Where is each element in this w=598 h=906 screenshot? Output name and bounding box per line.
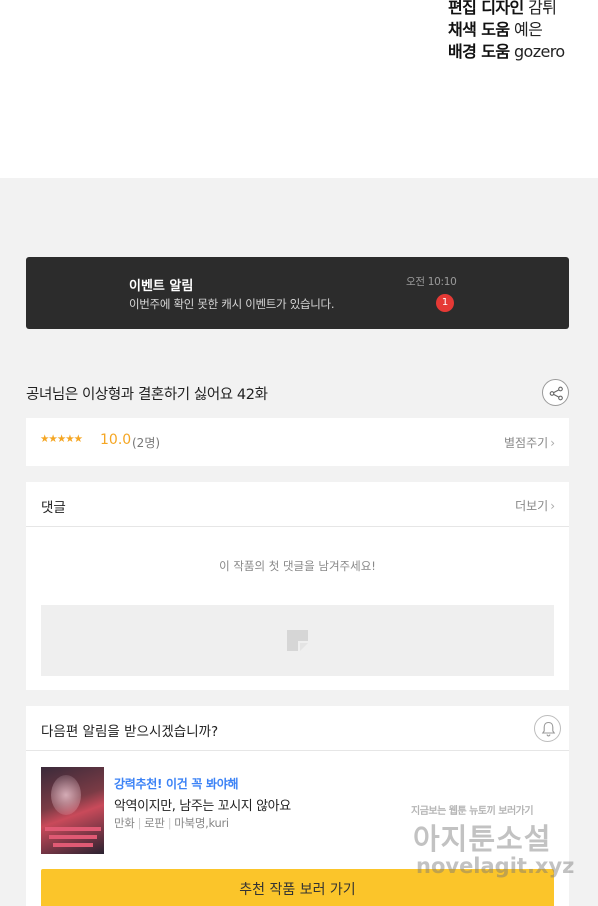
event-description: 이번주에 확인 못한 캐시 이벤트가 있습니다.	[129, 297, 335, 311]
rate-button[interactable]: 별점주기 ›	[504, 434, 555, 451]
recommendation-meta: 만화 | 로판 | 마북명,kuri	[114, 815, 229, 831]
rating-card: ★★★★★ 10.0 (2명) 별점주기 ›	[26, 418, 569, 466]
notify-button[interactable]	[534, 715, 561, 742]
rating-count: (2명)	[132, 436, 161, 450]
recommendation-title[interactable]: 악역이지만, 남주는 꼬시지 않아요	[114, 795, 291, 814]
event-banner[interactable]: 이벤트 알림 이번주에 확인 못한 캐시 이벤트가 있습니다. 오전 10:10…	[26, 257, 569, 329]
event-time: 오전 10:10	[406, 276, 457, 288]
chevron-right-icon: ›	[550, 436, 555, 450]
credit-name: 예은	[513, 20, 543, 39]
event-title: 이벤트 알림	[129, 279, 194, 294]
credit-name: gozero	[513, 42, 565, 61]
watermark-brand: 아지툰소설	[413, 822, 552, 856]
rating-score: 10.0	[100, 432, 132, 448]
episode-title: 공녀님은 이상형과 결혼하기 싫어요 42화	[26, 387, 268, 403]
next-episode-label: 다음편 알림을 받으시겠습니까?	[41, 724, 219, 740]
thumbnail-glow	[51, 775, 81, 815]
next-episode-header: 다음편 알림을 받으시겠습니까?	[26, 706, 569, 751]
meta-separator: |	[137, 816, 142, 830]
credit-name: 감튀	[528, 0, 557, 17]
credit-line-background: 배경 도움 gozero	[448, 41, 565, 63]
watermark: 지금보는 웹툰 뉴토끼 보러가기 아지툰소설 novelagit.xyz	[408, 802, 583, 886]
recommendation-tag: 강력추천! 이건 꼭 봐야해	[114, 777, 239, 791]
comment-empty-message: 이 작품의 첫 댓글을 남겨주세요!	[219, 559, 376, 573]
credit-role: 채색 도움	[448, 20, 510, 39]
recommendation-genre: 만화	[114, 816, 135, 830]
credits-section: 편집 디자인 감튀 채색 도움 예은 배경 도움 gozero	[0, 0, 598, 178]
comment-header: 댓글 더보기 ›	[26, 482, 569, 527]
credit-role: 편집 디자인	[448, 0, 524, 17]
watermark-url: novelagit.xyz	[416, 854, 575, 878]
bell-icon	[541, 721, 556, 737]
credit-line-colorist: 채색 도움 예은	[448, 19, 543, 41]
share-button[interactable]	[542, 379, 569, 406]
meta-separator: |	[167, 816, 172, 830]
image-placeholder-icon	[287, 630, 308, 651]
recommendation-type: 로판	[144, 816, 165, 830]
thumbnail-title-art	[53, 843, 93, 847]
credit-line-editor: 편집 디자인 감튀	[448, 0, 557, 19]
share-icon	[549, 386, 563, 401]
comment-card: 댓글 더보기 › 이 작품의 첫 댓글을 남겨주세요!	[26, 482, 569, 690]
recommendation-thumbnail[interactable]	[41, 767, 104, 854]
comment-label: 댓글	[41, 500, 66, 516]
comment-input-box[interactable]	[41, 605, 554, 676]
rate-button-label: 별점주기	[504, 436, 549, 450]
comment-more-label: 더보기	[515, 499, 549, 513]
rating-stars: ★★★★★	[40, 433, 83, 445]
comment-more-link[interactable]: 더보기 ›	[515, 497, 555, 514]
thumbnail-title-art	[49, 835, 97, 839]
thumbnail-title-art	[45, 827, 101, 831]
credit-role: 배경 도움	[448, 42, 510, 61]
recommendation-author: 마북명,kuri	[174, 816, 229, 830]
chevron-right-icon: ›	[550, 499, 555, 513]
event-badge: 1	[436, 294, 454, 312]
watermark-tagline: 지금보는 웹툰 뉴토끼 보러가기	[411, 806, 534, 817]
